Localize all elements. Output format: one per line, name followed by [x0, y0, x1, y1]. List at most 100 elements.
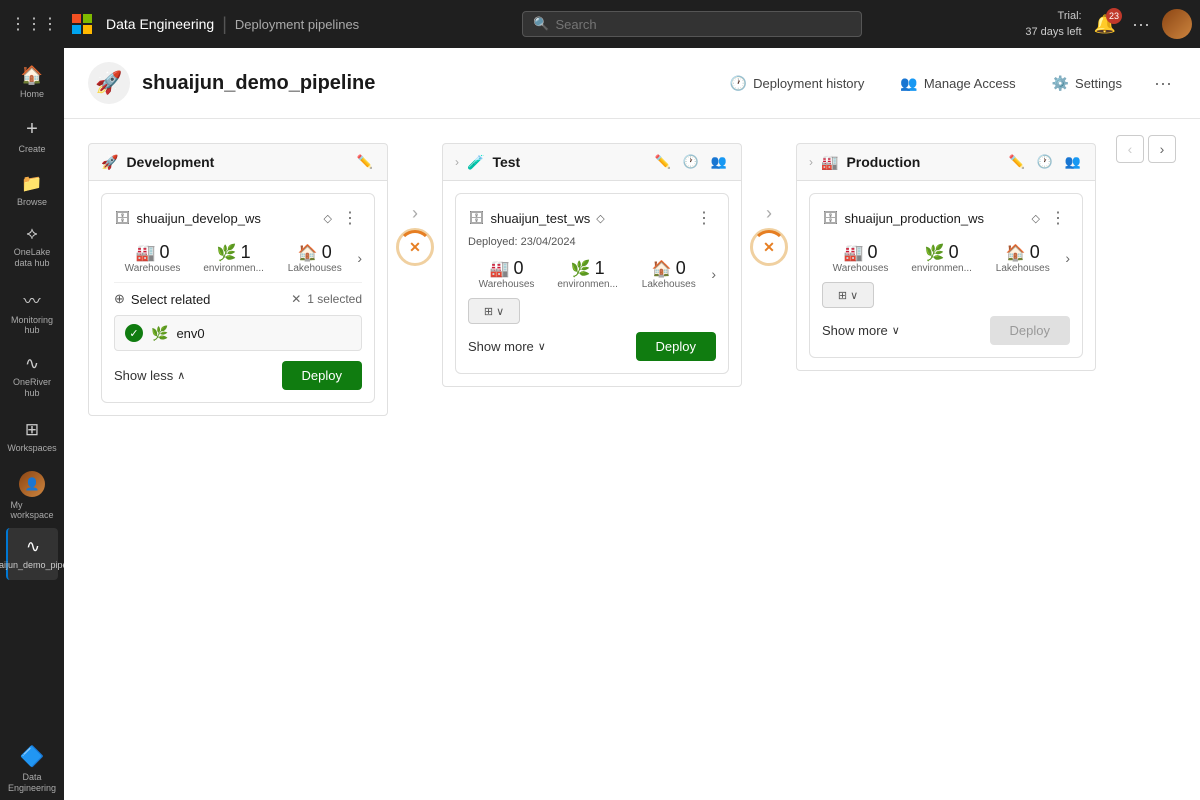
lakehouse-count-test: 0 — [676, 258, 686, 279]
sidebar-item-monitoring[interactable]: 〰 Monitoringhub — [6, 281, 58, 343]
env-label-dev: environmen... — [203, 263, 264, 274]
deploy-btn-dev[interactable]: Deploy — [282, 361, 362, 390]
dev-edit-icon[interactable]: ✏️ — [355, 152, 375, 172]
show-more-btn-prod[interactable]: Show more ∨ — [822, 319, 900, 342]
workspace-icon-dev: 🗄 — [114, 210, 131, 226]
sidebar-label-my-workspace: Myworkspace — [10, 500, 53, 520]
warehouse-label-dev: Warehouses — [125, 263, 181, 274]
arrow-right-dev-test: › — [412, 203, 418, 224]
show-more-btn-test[interactable]: Show more ∨ — [468, 335, 546, 358]
dev-stage-title: Development — [126, 154, 346, 170]
stage-test: › 🧪 Test ✏️ 🕐 👥 🗄 shuaijun_test_ws ◇ — [442, 143, 742, 387]
dev-diamond-icon: ◇ — [324, 212, 332, 225]
search-box[interactable]: 🔍 — [522, 11, 862, 37]
chevron-up-icon-dev: ∧ — [177, 369, 185, 382]
sidebar-item-workspaces[interactable]: ⊞ Workspaces — [6, 411, 58, 463]
test-stage-arrow: › — [455, 155, 459, 169]
test-edit-icon[interactable]: ✏️ — [652, 152, 672, 172]
close-selected-icon[interactable]: ✕ — [291, 292, 301, 306]
stat-warehouses-dev: 🏭 0 Warehouses — [114, 242, 191, 274]
deployment-history-btn[interactable]: 🕐 Deployment history — [722, 71, 873, 96]
dev-workspace-menu[interactable]: ⋮ — [338, 206, 362, 230]
env-label-prod: environmen... — [911, 263, 972, 274]
notification-bell[interactable]: 🔔 23 — [1090, 10, 1120, 39]
env-item-dev[interactable]: ✓ 🌿 env0 — [114, 315, 362, 351]
manage-access-btn[interactable]: 👥 Manage Access — [892, 71, 1023, 96]
sidebar-item-pipeline[interactable]: ∿ shuaijun_demo_pipeline — [6, 528, 58, 580]
settings-btn[interactable]: ⚙️ Settings — [1044, 71, 1130, 96]
onelake-icon: ⟡ — [26, 224, 37, 244]
show-more-label-test: Show more — [468, 339, 534, 354]
sidebar-item-my-workspace[interactable]: 👤 Myworkspace — [6, 465, 58, 526]
workspace-card-prod: 🗄 shuaijun_production_ws ◇ ⋮ 🏭 0 — [809, 193, 1083, 358]
warehouse-stat-icon-dev: 🏭 — [136, 243, 156, 263]
monitoring-icon: 〰 — [24, 287, 41, 312]
select-related-label: Select related — [131, 292, 285, 307]
compare-btn-test[interactable]: ⊞ ∨ — [468, 298, 520, 324]
stage-header-production: › 🏭 Production ✏️ 🕐 👥 — [796, 143, 1096, 180]
stats-row-test: 🏭 0 Warehouses 🌿 1 environmen.. — [468, 258, 716, 290]
manage-access-label: Manage Access — [924, 76, 1016, 91]
home-icon: 🏠 — [21, 65, 43, 86]
grid-icon[interactable]: ⋮⋮⋮ — [4, 8, 64, 40]
warehouse-count-prod: 0 — [868, 242, 878, 263]
search-input[interactable] — [555, 17, 851, 32]
sidebar-item-create[interactable]: + Create — [6, 110, 58, 162]
show-more-label-prod: Show more — [822, 323, 888, 338]
prod-compare-icon[interactable]: 👥 — [1063, 152, 1083, 172]
stage-body-test: 🗄 shuaijun_test_ws ◇ ⋮ Deployed: 23/04/2… — [442, 180, 742, 387]
workspace-icon-test: 🗄 — [468, 210, 485, 226]
sidebar-item-oneriver[interactable]: ∿ OneRiverhub — [6, 348, 58, 405]
sidebar-label-home: Home — [20, 89, 44, 99]
deploy-btn-test[interactable]: Deploy — [636, 332, 716, 361]
compare-btn-prod[interactable]: ⊞ ∨ — [822, 282, 874, 308]
test-workspace-menu[interactable]: ⋮ — [692, 206, 716, 230]
stat-warehouses-prod: 🏭 0 Warehouses — [822, 242, 899, 274]
prod-clock-icon[interactable]: 🕐 — [1035, 152, 1055, 172]
stats-arrow-prod[interactable]: › — [1065, 250, 1070, 266]
chevron-down-icon-test: ∨ — [538, 340, 546, 353]
nav-next[interactable]: › — [1148, 135, 1176, 163]
status-spinner-dev: ✕ — [396, 228, 434, 266]
select-related-header-dev: ⊕ Select related ✕ 1 selected — [114, 282, 362, 307]
select-related-icon-dev: ⊕ — [114, 291, 125, 307]
more-options-header[interactable]: ··· — [1150, 69, 1176, 98]
prod-stage-arrow: › — [809, 155, 813, 169]
env-stat-icon-dev: 🌿 — [217, 243, 237, 263]
prod-edit-icon[interactable]: ✏️ — [1006, 152, 1026, 172]
show-less-btn-dev[interactable]: Show less ∧ — [114, 364, 185, 387]
stats-arrow-test[interactable]: › — [711, 266, 716, 282]
lakehouse-label-dev: Lakehouses — [288, 263, 342, 274]
test-compare-icon[interactable]: 👥 — [709, 152, 729, 172]
between-test-prod: › ✕ — [742, 203, 796, 266]
sidebar-item-home[interactable]: 🏠 Home — [6, 56, 58, 108]
sidebar: 🏠 Home + Create 📁 Browse ⟡ OneLakedata h… — [0, 0, 64, 800]
warehouse-label-test: Warehouses — [479, 279, 535, 290]
sidebar-label-create: Create — [18, 144, 45, 154]
user-avatar[interactable] — [1162, 9, 1192, 39]
more-options-topbar[interactable]: ··· — [1128, 10, 1154, 39]
sidebar-item-onelake[interactable]: ⟡ OneLakedata hub — [6, 218, 58, 275]
compare-row-prod: ⊞ ∨ — [822, 282, 1070, 308]
test-stage-icon: 🧪 — [467, 154, 484, 171]
compare-row-test: ⊞ ∨ — [468, 298, 716, 324]
workspace-name-test: shuaijun_test_ws — [491, 211, 591, 226]
stats-arrow-dev[interactable]: › — [357, 250, 362, 266]
deployment-history-label: Deployment history — [753, 76, 864, 91]
lakehouse-count-prod: 0 — [1030, 242, 1040, 263]
stages-container: 🚀 Development ✏️ 🗄 shuaijun_develop_ws ◇… — [88, 143, 1176, 416]
prod-workspace-menu[interactable]: ⋮ — [1046, 206, 1070, 230]
test-clock-icon[interactable]: 🕐 — [681, 152, 701, 172]
test-stage-title: Test — [492, 154, 644, 170]
prod-diamond-icon: ◇ — [1032, 212, 1040, 225]
people-icon: 👥 — [900, 75, 917, 92]
search-icon: 🔍 — [533, 16, 549, 32]
stat-envs-dev: 🌿 1 environmen... — [195, 242, 272, 274]
workspace-card-dev: 🗄 shuaijun_develop_ws ◇ ⋮ 🏭 0 — [101, 193, 375, 403]
show-less-label: Show less — [114, 368, 173, 383]
nav-prev[interactable]: ‹ — [1116, 135, 1144, 163]
sidebar-item-browse[interactable]: 📁 Browse — [6, 164, 58, 216]
topbar-divider: | — [222, 14, 227, 35]
env-count-test: 1 — [595, 258, 605, 279]
sidebar-item-data-engineering[interactable]: 🔷 DataEngineering — [6, 738, 58, 800]
